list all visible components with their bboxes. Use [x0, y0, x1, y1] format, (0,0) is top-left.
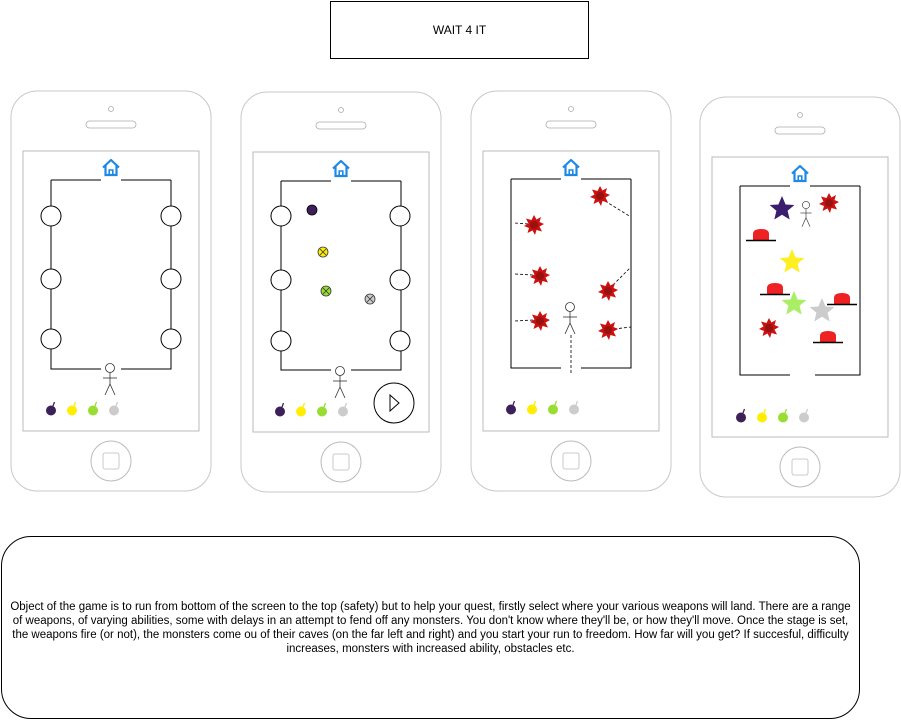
phone-stage-select — [10, 90, 212, 492]
phone-weapon-placement — [240, 91, 442, 493]
phone-obstacles-level — [699, 96, 901, 498]
phone-monsters-emerge — [470, 90, 672, 492]
description-box: Object of the game is to run from bottom… — [1, 536, 860, 719]
description-text: Object of the game is to run from bottom… — [10, 600, 851, 655]
play-button[interactable] — [373, 382, 415, 424]
